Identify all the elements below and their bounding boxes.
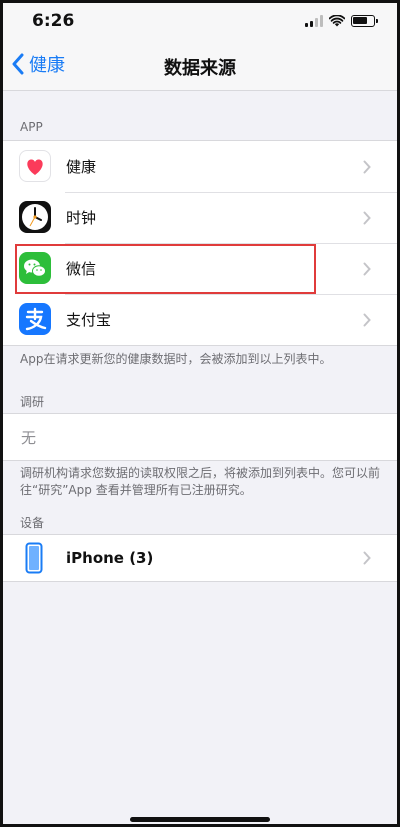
research-section-footer: 调研机构请求您数据的读取权限之后，将被添加到列表中。您可以前往“研究”App 查…	[20, 466, 381, 497]
list-item-label: 微信	[66, 260, 97, 278]
status-bar: 6:26	[3, 3, 397, 39]
research-empty-label: 无	[21, 428, 37, 447]
alipay-icon	[19, 303, 51, 335]
iphone-icon	[25, 542, 43, 574]
list-item-label: 时钟	[66, 209, 97, 227]
wechat-icon	[19, 252, 51, 284]
list-item-label: iPhone (3)	[66, 549, 154, 567]
page-title: 数据来源	[164, 58, 236, 79]
apps-list: 健康 时钟 微信 支付宝	[3, 140, 397, 346]
phone-frame: 6:26 健康 数据来源 APP 健康 时钟 微信 支付宝 App在请求更新您的…	[0, 0, 400, 827]
list-item-alipay[interactable]: 支付宝	[3, 294, 397, 345]
chevron-right-icon	[363, 551, 371, 565]
list-item-clock[interactable]: 时钟	[3, 192, 397, 243]
research-list: 无	[3, 413, 397, 461]
wifi-icon	[329, 15, 345, 27]
status-time: 6:26	[32, 11, 75, 31]
list-item-health[interactable]: 健康	[3, 141, 397, 192]
research-section-header: 调研	[20, 395, 45, 409]
list-item-iphone[interactable]: iPhone (3)	[3, 535, 397, 581]
list-item-label: 支付宝	[66, 311, 112, 329]
status-icons	[305, 14, 378, 28]
list-item-wechat[interactable]: 微信	[3, 243, 397, 294]
health-heart-icon	[19, 150, 51, 182]
clock-icon	[19, 201, 51, 233]
list-item-label: 健康	[66, 158, 97, 176]
chevron-right-icon	[363, 313, 371, 326]
chevron-right-icon	[363, 211, 371, 224]
devices-list: iPhone (3)	[3, 534, 397, 582]
navigation-bar: 健康 数据来源	[3, 39, 397, 91]
chevron-right-icon	[363, 262, 371, 275]
battery-level	[353, 17, 367, 24]
devices-section-header: 设备	[20, 516, 45, 530]
apps-section-header: APP	[20, 120, 43, 134]
signal-icon	[305, 15, 323, 27]
chevron-right-icon	[363, 160, 371, 173]
apps-section-footer: App在请求更新您的健康数据时，会被添加到以上列表中。	[20, 352, 332, 366]
home-indicator	[130, 817, 270, 822]
battery-icon	[351, 15, 378, 27]
